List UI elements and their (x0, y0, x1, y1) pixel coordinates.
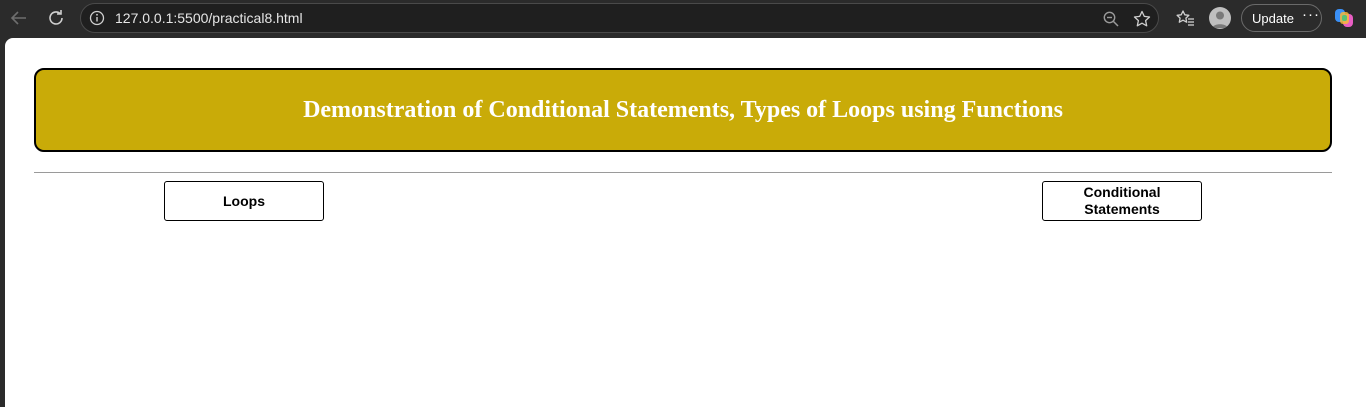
copilot-icon[interactable] (1332, 6, 1356, 30)
profile-avatar-icon[interactable] (1209, 7, 1231, 29)
update-label: Update (1252, 11, 1294, 26)
conditional-statements-button[interactable]: Conditional Statements (1042, 181, 1202, 221)
update-button[interactable]: Update ··· (1241, 4, 1322, 32)
more-icon[interactable]: ··· (1302, 6, 1320, 23)
address-bar[interactable]: 127.0.0.1:5500/practical8.html (80, 3, 1159, 33)
info-icon[interactable] (87, 8, 107, 28)
zoom-out-icon[interactable] (1099, 7, 1123, 31)
reload-icon[interactable] (44, 6, 68, 30)
divider (34, 172, 1332, 173)
back-arrow-icon[interactable] (7, 6, 31, 30)
star-icon[interactable] (1130, 7, 1154, 31)
url-text[interactable]: 127.0.0.1:5500/practical8.html (115, 10, 303, 26)
page-title: Demonstration of Conditional Statements,… (303, 96, 1063, 123)
favorites-icon[interactable] (1173, 6, 1197, 30)
header-banner: Demonstration of Conditional Statements,… (34, 68, 1332, 152)
loops-button[interactable]: Loops (164, 181, 324, 221)
browser-toolbar: 127.0.0.1:5500/practical8.html Update ··… (0, 0, 1366, 36)
page-viewport: Demonstration of Conditional Statements,… (5, 38, 1366, 407)
